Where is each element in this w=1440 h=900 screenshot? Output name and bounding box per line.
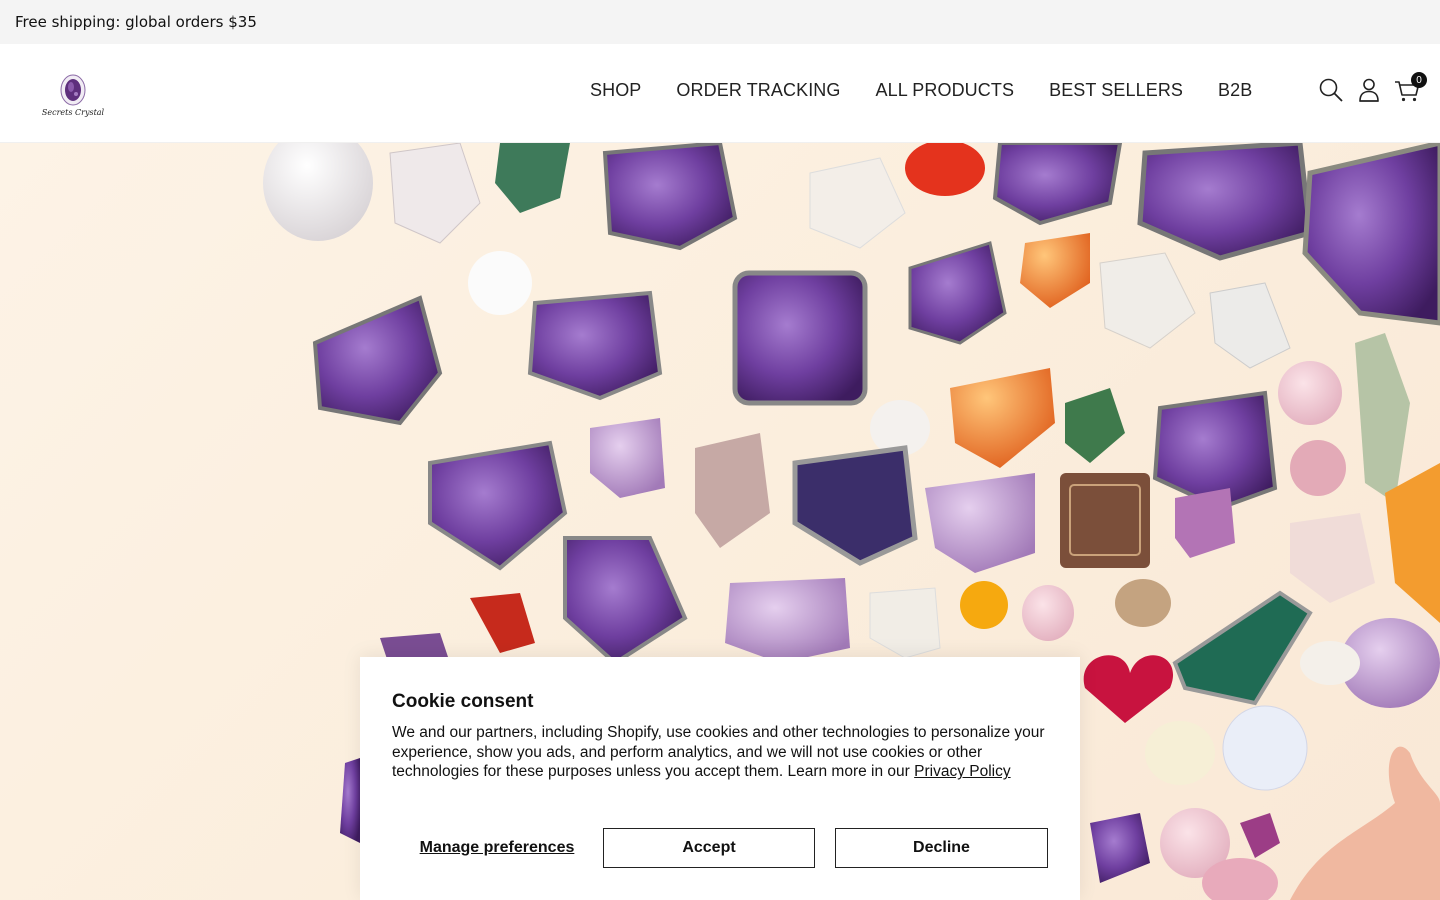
nav-order-tracking[interactable]: ORDER TRACKING [658, 80, 857, 101]
account-icon[interactable] [1355, 76, 1383, 104]
crystal-logo-icon [60, 74, 86, 106]
cookie-consent-dialog: Cookie consent We and our partners, incl… [360, 657, 1080, 900]
nav-b2b[interactable]: B2B [1200, 80, 1269, 101]
logo-text: Secrets Crystal [41, 108, 105, 117]
nav-best-sellers[interactable]: BEST SELLERS [1031, 80, 1200, 101]
cart-count-badge: 0 [1411, 72, 1427, 88]
search-icon[interactable] [1317, 76, 1345, 104]
nav-shop[interactable]: SHOP [572, 80, 658, 101]
logo[interactable]: Secrets Crystal [40, 70, 106, 136]
announcement-text: Free shipping: global orders $35 [15, 13, 257, 31]
cookie-actions: Manage preferences Accept Decline [392, 828, 1048, 868]
nav-all-products[interactable]: ALL PRODUCTS [858, 80, 1032, 101]
cookie-title: Cookie consent [392, 691, 534, 712]
main-nav: SHOP ORDER TRACKING ALL PRODUCTS BEST SE… [572, 80, 1269, 101]
site-header: Secrets Crystal SHOP ORDER TRACKING ALL … [0, 44, 1440, 143]
decline-button[interactable]: Decline [835, 828, 1048, 868]
manage-preferences-button[interactable]: Manage preferences [392, 828, 602, 868]
cookie-description: We and our partners, including Shopify, … [392, 723, 1052, 782]
announcement-bar: Free shipping: global orders $35 [0, 0, 1440, 44]
privacy-policy-link[interactable]: Privacy Policy [914, 763, 1010, 780]
accept-button[interactable]: Accept [603, 828, 815, 868]
header-icons: 0 [1300, 72, 1440, 108]
